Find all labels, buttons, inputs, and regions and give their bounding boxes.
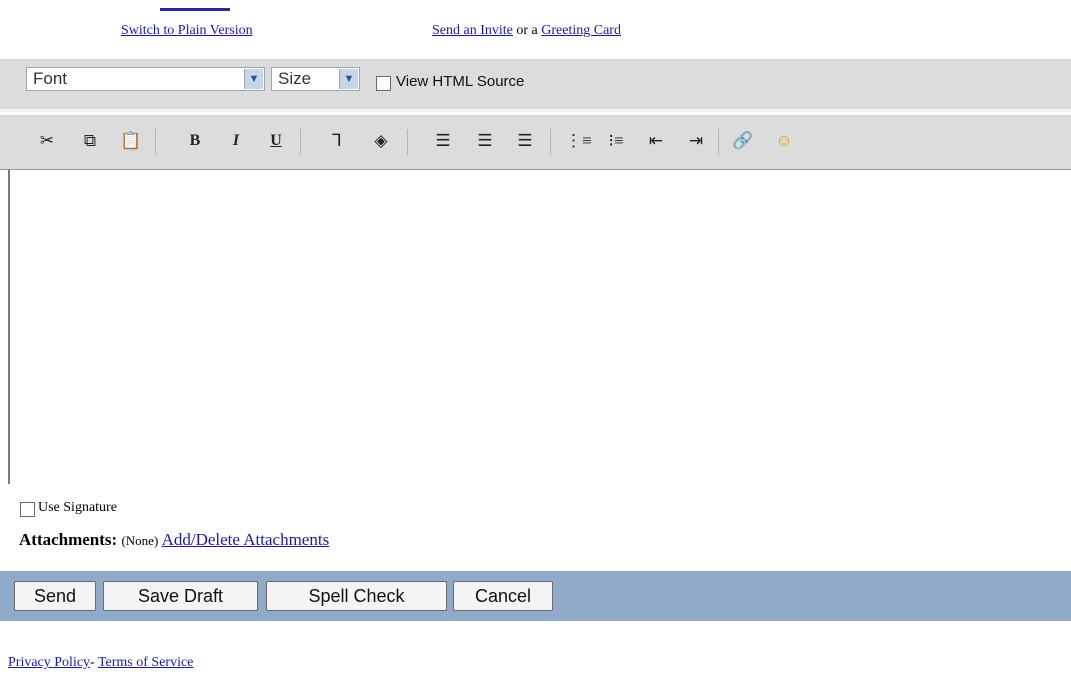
use-signature-checkbox[interactable] [20,502,35,517]
spell-check-button[interactable]: Spell Check [266,581,447,611]
or-text: or a [516,23,538,38]
format-toolbar: ✂ ⧉ 📋 B I U Ꞁ ◈ ☰ ☰ ☰ ⋮≡ ⁝≡ ⇤ ⇥ 🔗 ☺ [0,115,1071,170]
toolbar-separator [718,129,719,155]
underline-icon[interactable]: U [265,129,287,153]
send-invite-link[interactable]: Send an Invite [432,23,513,38]
switch-plain-version-link[interactable]: Switch to Plain Version [121,23,253,39]
size-select[interactable]: Size ▼ [271,67,360,91]
greeting-card-link[interactable]: Greeting Card [541,23,621,38]
use-signature-label: Use Signature [38,500,117,515]
footer-links: Privacy Policy- Terms of Service [8,655,193,671]
paste-icon[interactable]: 📋 [120,129,142,153]
align-left-icon[interactable]: ☰ [432,129,454,153]
italic-icon[interactable]: I [225,129,247,153]
web-link-icon[interactable]: 🔗 [732,129,754,153]
align-center-icon[interactable]: ☰ [474,129,496,153]
align-right-icon[interactable]: ☰ [514,129,536,153]
text-color-icon[interactable]: Ꞁ [326,129,348,153]
top-links: Switch to Plain Version Send an Invite o… [0,8,1071,46]
indent-icon[interactable]: ⇥ [685,129,707,153]
font-select-value: Font [33,69,68,88]
attachments-row: Attachments: (None) Add/Delete Attachmen… [19,530,329,550]
cancel-button[interactable]: Cancel [453,581,553,611]
privacy-policy-link[interactable]: Privacy Policy [8,655,90,670]
emoticon-icon[interactable]: ☺ [773,129,795,153]
copy-icon[interactable]: ⧉ [79,129,101,153]
invite-row: Send an Invite or a Greeting Card [432,23,621,39]
message-body-editor[interactable] [8,169,1071,484]
cropped-text-fragment [160,8,230,11]
numbered-list-icon[interactable]: ⋮≡ [565,129,592,153]
outdent-icon[interactable]: ⇤ [645,129,667,153]
cut-icon[interactable]: ✂ [36,129,58,153]
font-toolbar: Font ▼ Size ▼ View HTML Source [0,59,1071,112]
save-draft-button[interactable]: Save Draft [103,581,258,611]
chevron-down-icon[interactable]: ▼ [339,69,358,89]
terms-of-service-link[interactable]: Terms of Service [98,655,193,670]
attachments-label: Attachments: [19,530,118,549]
add-delete-attachments-link[interactable]: Add/Delete Attachments [162,530,330,549]
toolbar-separator [550,129,551,155]
chevron-down-icon[interactable]: ▼ [244,69,263,89]
size-select-value: Size [278,69,312,88]
bulleted-list-icon[interactable]: ⁝≡ [605,129,627,153]
bold-icon[interactable]: B [184,129,206,153]
font-select[interactable]: Font ▼ [26,67,265,91]
toolbar-separator [300,129,301,155]
view-html-source-checkbox[interactable] [376,76,391,91]
view-html-source-label: View HTML Source [396,73,525,90]
send-button[interactable]: Send [14,581,96,611]
toolbar-separator [407,129,408,155]
action-button-bar: Send Save Draft Spell Check Cancel [0,571,1071,621]
footer-separator: - [90,655,95,670]
toolbar-separator [155,129,156,155]
attachments-status: (None) [121,533,159,548]
highlight-color-icon[interactable]: ◈ [370,129,392,153]
